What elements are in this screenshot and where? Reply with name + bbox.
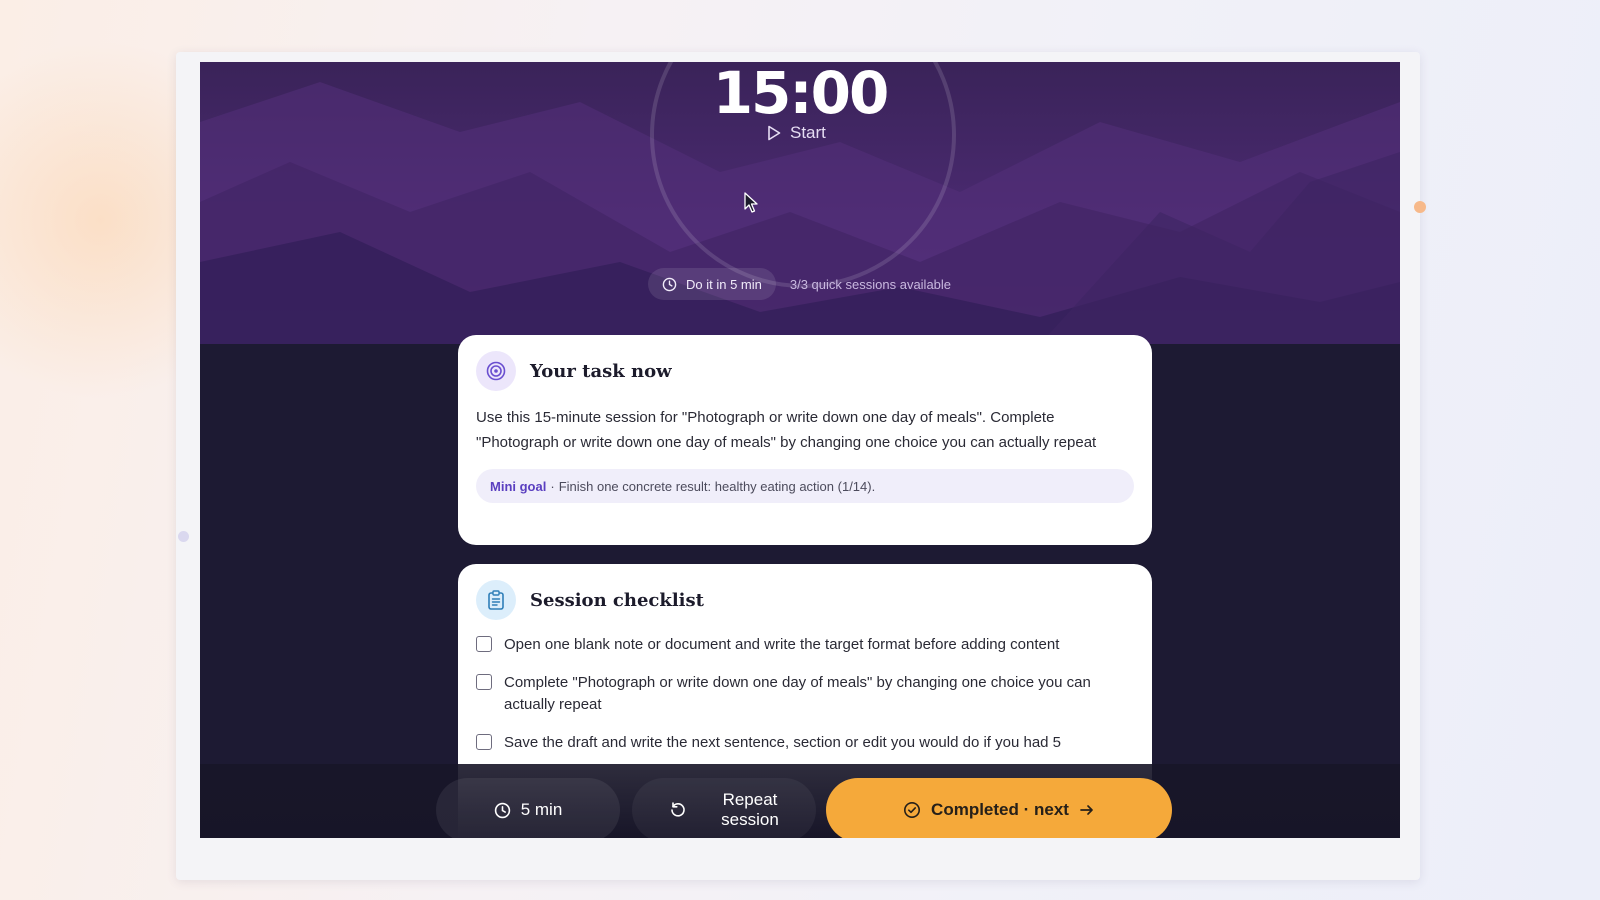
decorative-dot-lavender: [178, 531, 189, 542]
clock-icon: [494, 802, 510, 818]
checklist-item-text: Open one blank note or document and writ…: [504, 636, 1060, 653]
repeat-session-label: Repeat session: [721, 790, 779, 830]
clipboard-icon: [476, 580, 516, 620]
checklist-checkbox[interactable]: [476, 636, 492, 652]
checklist-checkbox[interactable]: [476, 674, 492, 690]
checklist-card-header: Session checklist: [476, 580, 1134, 620]
checklist-card-title: Session checklist: [530, 589, 704, 611]
checklist-item: Complete "Photograph or write down one d…: [476, 672, 1134, 716]
checklist-checkbox[interactable]: [476, 734, 492, 750]
check-circle-icon: [904, 802, 921, 818]
five-minute-label: 5 min: [520, 800, 563, 819]
quick-session-label: Do it in 5 min: [686, 276, 762, 292]
mini-goal-banner: Mini goal · Finish one concrete result: …: [476, 469, 1134, 503]
mouse-cursor-icon: [744, 192, 758, 213]
bottom-action-bar: 5 min Repeat session Completed · next: [200, 764, 1400, 838]
mini-goal-text: Finish one concrete result: healthy eati…: [558, 478, 876, 494]
focus-session-screen: 15:00 Start Do it in 5 min 3/3 quick ses…: [200, 62, 1400, 838]
start-label: Start: [790, 123, 826, 142]
mini-goal-separator: ·: [550, 478, 555, 494]
clock-icon: [662, 277, 677, 291]
completed-next-button[interactable]: Completed · next: [826, 778, 1172, 838]
task-card: Your task now Use this 15-minute session…: [458, 335, 1152, 545]
decorative-dot-orange: [1414, 201, 1426, 213]
task-card-header: Your task now: [476, 351, 1134, 391]
completed-next-label: Completed · next: [931, 800, 1069, 819]
repeat-icon: [671, 802, 685, 817]
repeat-session-label-line1: Repeat: [722, 790, 778, 809]
task-card-title: Your task now: [530, 360, 672, 382]
repeat-session-label-line2: session: [721, 810, 779, 829]
checklist-item: Open one blank note or document and writ…: [476, 634, 1134, 656]
checklist-item-text: Save the draft and write the next senten…: [504, 734, 1062, 751]
checklist-item: Save the draft and write the next senten…: [476, 732, 1134, 754]
target-icon: [476, 351, 516, 391]
quick-session-row: Do it in 5 min 3/3 quick sessions availa…: [648, 268, 951, 300]
hero-timer-section: 15:00 Start Do it in 5 min 3/3 quick ses…: [200, 62, 1400, 344]
five-minute-button[interactable]: 5 min: [436, 778, 620, 838]
task-description: Use this 15-minute session for "Photogra…: [476, 409, 1097, 451]
timer-display: 15:00: [712, 62, 890, 127]
quick-session-button[interactable]: Do it in 5 min: [648, 268, 776, 300]
mini-goal-label: Mini goal: [490, 478, 547, 494]
arrow-right-icon: [1080, 805, 1093, 815]
start-button[interactable]: Start: [758, 118, 834, 148]
play-icon: [768, 125, 781, 141]
checklist-item-text: Complete "Photograph or write down one d…: [504, 674, 1091, 713]
quick-sessions-available: 3/3 quick sessions available: [789, 276, 952, 292]
repeat-session-button[interactable]: Repeat session: [632, 778, 816, 838]
